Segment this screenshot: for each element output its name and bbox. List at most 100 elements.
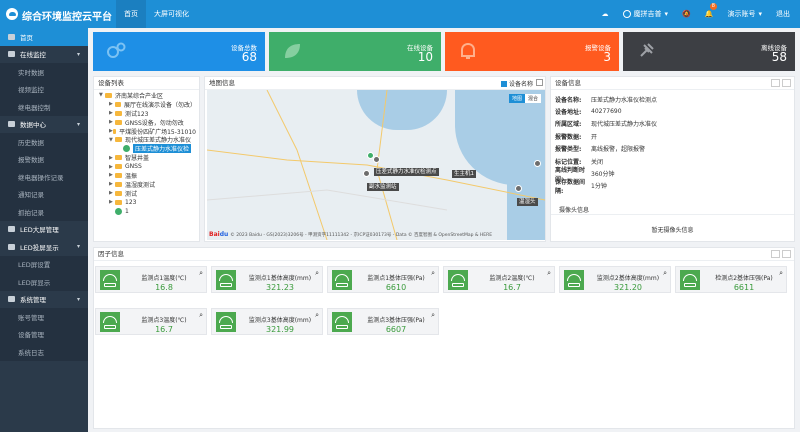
- notification-button[interactable]: 🔔 8: [705, 3, 717, 18]
- sidebar-item-online-monitor[interactable]: 在线监控 ▾: [0, 46, 88, 64]
- tree-node[interactable]: ▼ 现代城压差式静力水准仪: [97, 135, 196, 144]
- sidebar-item-accounts[interactable]: 账号管理: [0, 308, 88, 326]
- search-icon[interactable]: ⌕: [199, 311, 203, 320]
- map-type-hybrid[interactable]: 混合: [524, 94, 541, 103]
- leaf-icon: [285, 44, 300, 58]
- tree-node[interactable]: ▶ 测试: [97, 189, 196, 197]
- device-name-toggle[interactable]: 设备名称: [500, 79, 533, 88]
- nav-big-screen[interactable]: 大屏可视化: [146, 0, 197, 28]
- tree-node[interactable]: ▶ 123: [97, 198, 196, 207]
- logout-button[interactable]: 退出: [776, 9, 790, 19]
- cloud-icon: ☁: [601, 10, 609, 18]
- info-row: 报警数据: 开: [555, 133, 598, 141]
- factor-value: 16.7: [503, 283, 521, 292]
- sidebar-item-capture-log[interactable]: 抓拍记录: [0, 203, 88, 221]
- tree-node[interactable]: ▶ 温湿度测试: [97, 180, 196, 188]
- sidebar-item-home[interactable]: 首页: [0, 28, 88, 46]
- folder-icon: [115, 172, 122, 178]
- tree-node-selected[interactable]: 压差式静力水准仪检: [97, 144, 196, 154]
- top-nav: 首页 大屏可视化: [116, 0, 197, 28]
- folder-icon: [114, 101, 121, 107]
- sidebar-item-relay[interactable]: 继电器控制: [0, 98, 88, 116]
- factor-card[interactable]: 监测点3温度(℃) 16.7 ⌕: [95, 308, 207, 335]
- settings-icon[interactable]: [771, 79, 780, 87]
- factor-card[interactable]: 监测点3基体压强(Pa) 6607 ⌕: [327, 308, 439, 335]
- stat-value: 68: [241, 50, 257, 64]
- fullscreen-icon[interactable]: [536, 79, 543, 86]
- factor-card[interactable]: 监测点2温度(℃) 16.7 ⌕: [443, 266, 555, 293]
- map-marker[interactable]: [363, 170, 370, 179]
- sidebar-item-syslog[interactable]: 系统日志: [0, 343, 88, 361]
- tree-node[interactable]: ▶ 测试123: [97, 109, 196, 117]
- sidebar-item-led-cast[interactable]: LED投屏显示 ▾: [0, 238, 88, 256]
- status-online-icon: [115, 207, 122, 215]
- tree-node[interactable]: 1: [97, 207, 196, 216]
- sidebar-item-alarm[interactable]: 报警数据: [0, 150, 88, 168]
- search-icon[interactable]: ⌕: [779, 269, 783, 278]
- sidebar-item-history[interactable]: 历史数据: [0, 133, 88, 151]
- factor-name: 监测点3温度(℃): [141, 317, 187, 324]
- top-bar: 综合环境监控云平台 首页 大屏可视化 ☁ 魔拼吉普 ▾ 🔕 🔔 8 演示账号 ▾…: [0, 0, 800, 28]
- fullscreen-icon[interactable]: [782, 250, 791, 258]
- sidebar-item-data-center[interactable]: 数据中心 ▾: [0, 116, 88, 134]
- sidebar-item-led-display[interactable]: LED屏显示: [0, 273, 88, 291]
- search-icon[interactable]: ⌕: [431, 311, 435, 320]
- sidebar-item-led-manage[interactable]: LED大屏管理: [0, 221, 88, 239]
- stat-offline-devices[interactable]: 离线设备 58: [623, 32, 795, 71]
- factor-card[interactable]: 监测点1基体高度(mm) 321.23 ⌕: [211, 266, 323, 293]
- lang-selector[interactable]: 魔拼吉普 ▾: [622, 9, 668, 19]
- search-icon[interactable]: ⌕: [663, 269, 667, 278]
- search-icon[interactable]: ⌕: [199, 269, 203, 278]
- sidebar-item-system[interactable]: 系统管理 ▾: [0, 291, 88, 309]
- map-marker[interactable]: [534, 160, 541, 169]
- sensor-icon: [448, 270, 468, 290]
- tree-node[interactable]: ▶ 平煤股份四矿广场15-31010: [97, 127, 196, 135]
- info-row: 保存数据间隔: 1分钟: [555, 178, 607, 195]
- stat-total-devices[interactable]: 设备总数 68: [93, 32, 265, 71]
- cloud-settings-button[interactable]: ☁: [602, 10, 609, 18]
- tree-node[interactable]: ▶ 温振: [97, 171, 196, 179]
- factor-card[interactable]: 监测点2基体高度(mm) 321.20 ⌕: [559, 266, 671, 293]
- account-menu[interactable]: 演示账号 ▾: [727, 9, 762, 19]
- search-icon[interactable]: ⌕: [315, 269, 319, 278]
- fullscreen-icon[interactable]: [782, 79, 791, 87]
- folder-icon: [115, 181, 122, 187]
- bell-off-icon: 🔕: [682, 10, 691, 18]
- stat-online-devices[interactable]: 在线设备 10: [269, 32, 441, 71]
- globe-icon: [622, 10, 631, 18]
- stat-value: 10: [417, 50, 433, 64]
- map-marker-label: 生主机1: [452, 170, 476, 178]
- sidebar-item-devices[interactable]: 设备管理: [0, 325, 88, 343]
- tree-node[interactable]: ▼ 济南某综合产业区: [97, 91, 196, 99]
- map-marker[interactable]: [373, 156, 380, 165]
- mute-button[interactable]: 🔕: [682, 10, 691, 18]
- search-icon[interactable]: ⌕: [315, 311, 319, 320]
- sidebar-item-realtime[interactable]: 实时数据: [0, 63, 88, 81]
- map-marker[interactable]: [515, 185, 522, 194]
- device-list-panel: 设备列表 ▼ 济南某综合产业区 ▶ 展厅在线演示设备（勿改） ▶ 测试123 ▶ GNS…: [93, 76, 200, 242]
- tree-node[interactable]: ▶ 智慧井盖: [97, 153, 196, 162]
- factor-name: 监测点3基体高度(mm): [248, 317, 312, 324]
- map-canvas[interactable]: 地图 混合 压差式静力水准仪检测点 生主机1 副水监测站 温湿头 Baidu ©…: [207, 90, 545, 240]
- nav-home[interactable]: 首页: [116, 0, 146, 28]
- factor-name: 监测点2基体高度(mm): [596, 275, 660, 282]
- info-row: 设备名称: 压差式静力水准仪检测点: [555, 96, 658, 104]
- stat-alarm-devices[interactable]: 报警设备 3: [445, 32, 619, 71]
- factor-card[interactable]: 检测点2基体压强(Pa) 6611 ⌕: [675, 266, 787, 293]
- tree-node[interactable]: ▶ GNSS: [97, 162, 196, 171]
- sidebar-item-video[interactable]: 视频监控: [0, 80, 88, 98]
- sidebar-item-relay-log[interactable]: 继电器操作记录: [0, 168, 88, 186]
- factor-value: 16.7: [155, 325, 173, 334]
- factor-card[interactable]: 监测点1温度(℃) 16.8 ⌕: [95, 266, 207, 293]
- sidebar-item-notify-log[interactable]: 通知记录: [0, 185, 88, 203]
- factor-card[interactable]: 监测点3基体高度(mm) 321.99 ⌕: [211, 308, 323, 335]
- search-icon[interactable]: ⌕: [547, 269, 551, 278]
- tree-node[interactable]: ▶ 展厅在线演示设备（勿改）: [97, 100, 196, 108]
- map-type-map[interactable]: 地图: [508, 94, 525, 103]
- search-icon[interactable]: ⌕: [431, 269, 435, 278]
- screen-icon: [8, 243, 15, 250]
- factor-card[interactable]: 监测点1基体压强(Pa) 6610 ⌕: [327, 266, 439, 293]
- tree-node[interactable]: ▶ GNSS设备，勿动勿改: [97, 118, 196, 126]
- list-view-icon[interactable]: [771, 250, 780, 258]
- sidebar-item-led-settings[interactable]: LED屏设置: [0, 255, 88, 273]
